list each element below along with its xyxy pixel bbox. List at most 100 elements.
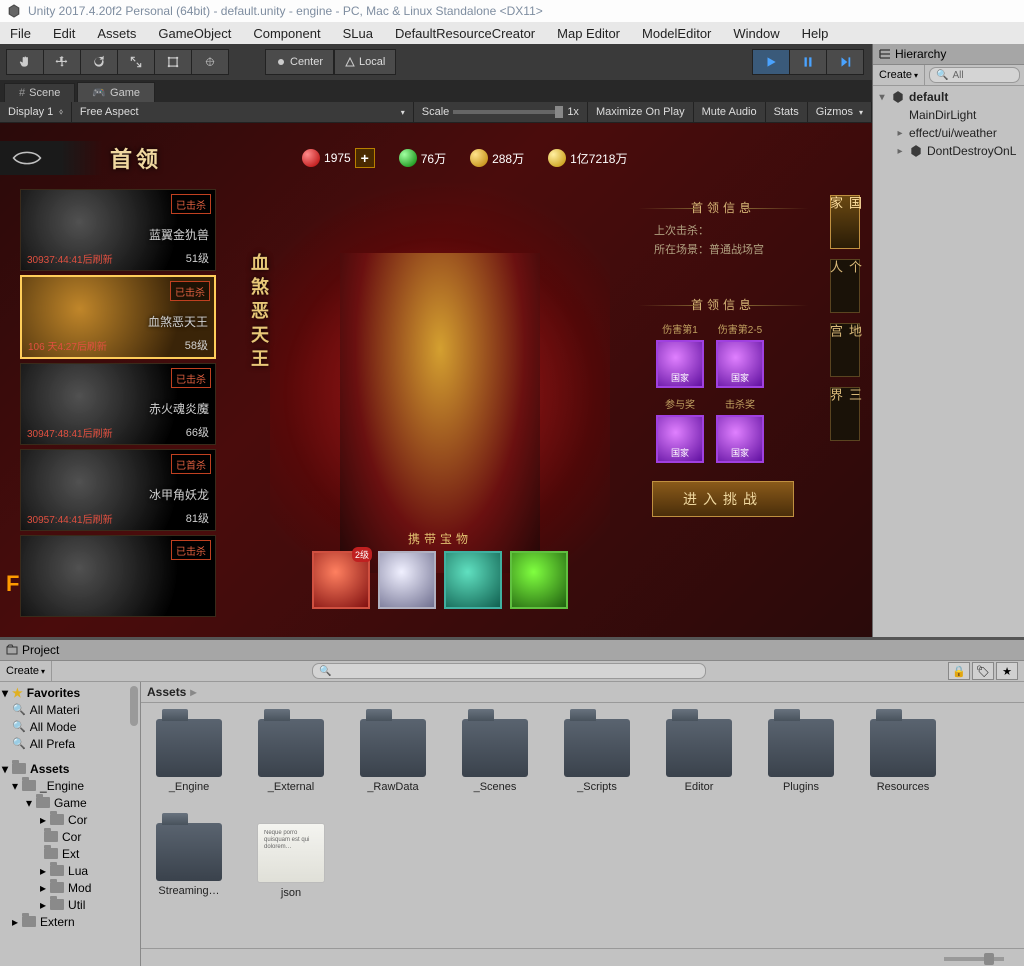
asset-folder[interactable]: _External [253, 719, 329, 793]
treasure-slot[interactable]: 2级 [312, 551, 370, 609]
coin-diamond-icon [548, 149, 566, 167]
menu-file[interactable]: File [10, 26, 31, 41]
menu-mapeditor[interactable]: Map Editor [557, 26, 620, 41]
vtab-realm[interactable]: 三 界 [830, 387, 860, 441]
hierarchy-tab[interactable]: Hierarchy [873, 44, 1024, 65]
hierarchy-item[interactable]: ▸DontDestroyOnL [873, 142, 1024, 160]
hierarchy-search-input[interactable]: 🔍All [929, 67, 1020, 83]
tree-item[interactable]: ▸Cor [0, 811, 140, 828]
asset-folder[interactable]: Plugins [763, 719, 839, 793]
hierarchy-item[interactable]: MainDirLight [873, 106, 1024, 124]
boss-card[interactable]: 已击杀赤火魂炎魔66级30947:48:41后刷新 [20, 363, 216, 445]
menu-assets[interactable]: Assets [97, 26, 136, 41]
rect-tool-button[interactable] [154, 49, 191, 75]
drag-handle[interactable] [130, 686, 138, 726]
pivot-local-button[interactable]: Local [334, 49, 396, 75]
asset-folder[interactable]: _Scripts [559, 719, 635, 793]
add-currency-button[interactable]: + [355, 148, 375, 168]
asset-folder[interactable]: _Engine [151, 719, 227, 793]
hand-tool-button[interactable] [6, 49, 43, 75]
game-view[interactable]: FPS: 45 首领 1975+ 76万 288万 1亿7218万 已击杀蓝翼金… [0, 123, 872, 637]
stats-toggle[interactable]: Stats [766, 102, 808, 122]
tree-item[interactable]: ▾Game [0, 794, 140, 811]
tree-item[interactable]: ▸Lua [0, 862, 140, 879]
asset-folder[interactable]: Streaming… [151, 823, 227, 899]
tab-game[interactable]: 🎮Game [77, 82, 155, 102]
thumbnail-size-slider[interactable] [944, 957, 1004, 961]
game-emblem-icon [0, 141, 102, 175]
boss-card[interactable]: 已击杀蓝翼金犰兽51级30937:44:41后刷新 [20, 189, 216, 271]
menu-slua[interactable]: SLua [343, 26, 373, 41]
treasure-slot[interactable] [510, 551, 568, 609]
scene-game-pane: Center Local #Scene 🎮Game Display 1⬨ Fre… [0, 44, 872, 637]
gizmos-dropdown[interactable]: Gizmos▾ [808, 102, 872, 122]
asset-folder[interactable]: Resources [865, 719, 941, 793]
maximize-on-play-toggle[interactable]: Maximize On Play [588, 102, 694, 122]
reward-item[interactable]: 国家 [716, 340, 764, 388]
reward-grid-top: 伤害第1国家 伤害第2-5国家 [656, 321, 808, 388]
assets-section[interactable]: ▾Assets [0, 760, 140, 777]
boss-list: 已击杀蓝翼金犰兽51级30937:44:41后刷新 已击杀血煞恶天王58级106… [20, 189, 216, 617]
tree-item[interactable]: ▸Extern [0, 913, 140, 930]
asset-folder[interactable]: Editor [661, 719, 737, 793]
asset-folder[interactable]: _Scenes [457, 719, 533, 793]
treasure-slot[interactable] [444, 551, 502, 609]
menu-edit[interactable]: Edit [53, 26, 75, 41]
scale-tool-button[interactable] [117, 49, 154, 75]
menu-modeleditor[interactable]: ModelEditor [642, 26, 711, 41]
reward-item[interactable]: 国家 [656, 415, 704, 463]
step-button[interactable] [826, 49, 864, 75]
breadcrumb[interactable]: Assets▸ [141, 682, 1024, 703]
filter-button[interactable]: 🔒 [948, 662, 970, 680]
boss-card[interactable]: 已击杀 [20, 535, 216, 617]
label-button[interactable]: 🏷 [972, 662, 994, 680]
pivot-center-button[interactable]: Center [265, 49, 334, 75]
star-button[interactable]: ★ [996, 662, 1018, 680]
tree-item[interactable]: Cor [0, 828, 140, 845]
scale-slider[interactable] [453, 110, 563, 114]
vtab-nation[interactable]: 国 家 [830, 195, 860, 249]
menu-gameobject[interactable]: GameObject [158, 26, 231, 41]
hierarchy-item[interactable]: ▸effect/ui/weather [873, 124, 1024, 142]
reward-item[interactable]: 国家 [656, 340, 704, 388]
currency-3: 288万 [470, 149, 524, 167]
reward-item[interactable]: 国家 [716, 415, 764, 463]
project-create-dropdown[interactable]: Create▾ [0, 661, 52, 681]
tree-item[interactable]: 🔍All Materi [0, 701, 140, 718]
transform-tool-button[interactable] [191, 49, 229, 75]
rotate-tool-button[interactable] [80, 49, 117, 75]
project-search-input[interactable]: 🔍 [312, 663, 706, 679]
tree-item[interactable]: ▸Mod [0, 879, 140, 896]
mute-audio-toggle[interactable]: Mute Audio [694, 102, 766, 122]
tree-item[interactable]: 🔍All Mode [0, 718, 140, 735]
tree-item[interactable]: Ext [0, 845, 140, 862]
boss-card[interactable]: 已首杀冰甲角妖龙81级30957:44:41后刷新 [20, 449, 216, 531]
menu-help[interactable]: Help [802, 26, 829, 41]
scale-control[interactable]: Scale1x [414, 102, 588, 122]
tab-scene[interactable]: #Scene [4, 83, 75, 102]
asset-grid: _Engine _External _RawData _Scenes _Scri… [141, 703, 1024, 948]
menu-window[interactable]: Window [733, 26, 779, 41]
hierarchy-create-dropdown[interactable]: Create▾ [873, 65, 925, 85]
asset-folder[interactable]: _RawData [355, 719, 431, 793]
vtab-dungeon[interactable]: 地 宫 [830, 323, 860, 377]
favorites-section[interactable]: ▾★Favorites [0, 684, 140, 701]
project-pane: Project Create▾ 🔍 🔒 🏷 ★ ▾★Favorites 🔍All… [0, 637, 1024, 966]
boss-card-selected[interactable]: 已击杀血煞恶天王58级106 天4:27后刷新 [20, 275, 216, 359]
menu-component[interactable]: Component [253, 26, 320, 41]
vtab-personal[interactable]: 个 人 [830, 259, 860, 313]
aspect-dropdown[interactable]: Free Aspect▾ [72, 102, 414, 122]
asset-file[interactable]: json [253, 823, 329, 899]
menu-defaultresourcecreator[interactable]: DefaultResourceCreator [395, 26, 535, 41]
tree-item[interactable]: ▸Util [0, 896, 140, 913]
tree-item[interactable]: 🔍All Prefa [0, 735, 140, 752]
treasure-slot[interactable] [378, 551, 436, 609]
display-dropdown[interactable]: Display 1⬨ [0, 102, 72, 122]
enter-challenge-button[interactable]: 进入挑战 [652, 481, 794, 517]
move-tool-button[interactable] [43, 49, 80, 75]
tree-item[interactable]: ▾_Engine [0, 777, 140, 794]
play-button[interactable] [752, 49, 789, 75]
project-tab[interactable]: Project [0, 640, 1024, 661]
scene-root[interactable]: ▾default [873, 88, 1024, 106]
pause-button[interactable] [789, 49, 826, 75]
